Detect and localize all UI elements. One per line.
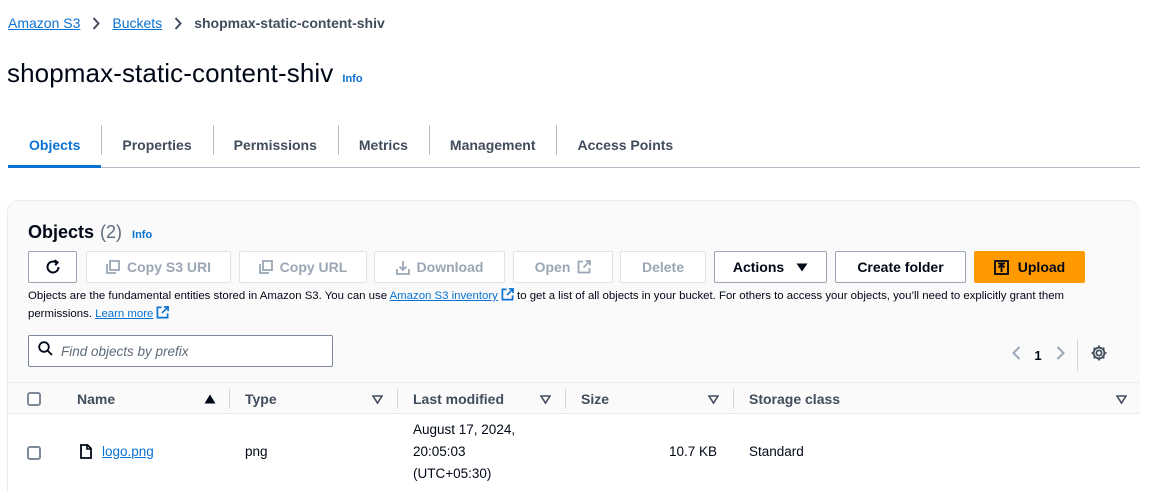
refresh-icon bbox=[44, 258, 62, 276]
table-row[interactable]: logo.png png August 17, 2024, 20:05:03 (… bbox=[8, 414, 1140, 491]
select-all-checkbox-cell bbox=[27, 383, 41, 415]
breadcrumb: Amazon S3 Buckets shopmax-static-content… bbox=[8, 15, 385, 31]
open-label: Open bbox=[534, 259, 571, 275]
upload-button[interactable]: Upload bbox=[974, 251, 1085, 283]
object-size: 10.7 KB bbox=[669, 444, 718, 459]
download-icon bbox=[395, 260, 410, 275]
page-header: shopmax-static-content-shiv Info bbox=[7, 58, 363, 89]
column-size[interactable]: Size bbox=[581, 383, 609, 415]
column-last-modified[interactable]: Last modified bbox=[413, 383, 504, 415]
search-icon bbox=[29, 341, 53, 361]
column-divider bbox=[397, 389, 398, 409]
object-type: png bbox=[245, 444, 268, 459]
tab-management[interactable]: Management bbox=[428, 123, 557, 167]
tab-bar: Objects Properties Permissions Metrics M… bbox=[8, 123, 1140, 168]
external-link-icon bbox=[156, 306, 170, 324]
chevron-left-icon bbox=[1011, 345, 1021, 365]
row-checkbox-cell bbox=[27, 446, 41, 460]
sort-icon[interactable] bbox=[372, 383, 383, 415]
create-folder-label: Create folder bbox=[857, 259, 944, 275]
column-divider bbox=[229, 389, 230, 409]
tab-properties[interactable]: Properties bbox=[101, 123, 212, 167]
column-type[interactable]: Type bbox=[245, 383, 277, 415]
select-all-checkbox[interactable] bbox=[27, 392, 41, 406]
copy-url-button[interactable]: Copy URL bbox=[239, 251, 367, 283]
delete-label: Delete bbox=[641, 259, 685, 275]
tab-permissions[interactable]: Permissions bbox=[212, 123, 338, 167]
sort-icon[interactable] bbox=[1116, 383, 1127, 415]
download-label: Download bbox=[416, 259, 484, 275]
object-last-modified-tz: (UTC+05:30) bbox=[413, 466, 492, 481]
upload-label: Upload bbox=[1017, 259, 1066, 275]
objects-count: (2) bbox=[100, 222, 123, 242]
description-text: Objects are the fundamental entities sto… bbox=[28, 290, 390, 302]
learn-more-link[interactable]: Learn more bbox=[95, 308, 153, 320]
chevron-right-icon bbox=[92, 16, 101, 30]
column-storage-class[interactable]: Storage class bbox=[749, 383, 840, 415]
object-last-modified-time: 20:05:03 bbox=[413, 444, 466, 459]
caret-down-icon bbox=[796, 263, 808, 272]
previous-page-button[interactable] bbox=[1004, 343, 1028, 367]
search-input[interactable] bbox=[61, 343, 311, 359]
copy-url-label: Copy URL bbox=[279, 259, 348, 275]
info-link[interactable]: Info bbox=[342, 73, 362, 85]
page-number[interactable]: 1 bbox=[1028, 348, 1048, 363]
copy-s3-uri-button[interactable]: Copy S3 URI bbox=[86, 251, 231, 283]
column-name[interactable]: Name bbox=[77, 383, 115, 415]
gear-icon bbox=[1090, 344, 1108, 367]
breadcrumb-current: shopmax-static-content-shiv bbox=[194, 15, 385, 31]
actions-dropdown[interactable]: Actions bbox=[714, 251, 827, 283]
table-header: Name Type Last modified Size Storage cla… bbox=[8, 382, 1140, 414]
next-page-button[interactable] bbox=[1048, 343, 1072, 367]
row-checkbox[interactable] bbox=[27, 446, 41, 460]
page-title: shopmax-static-content-shiv bbox=[7, 58, 334, 88]
objects-panel: Objects (2) Info Copy S3 URI Copy URL Do… bbox=[7, 200, 1140, 491]
s3-inventory-link[interactable]: Amazon S3 inventory bbox=[390, 290, 498, 302]
external-link-icon bbox=[501, 288, 514, 306]
refresh-button[interactable] bbox=[28, 251, 77, 283]
download-button[interactable]: Download bbox=[374, 251, 505, 283]
sort-icon[interactable] bbox=[708, 383, 719, 415]
sort-icon[interactable] bbox=[540, 383, 551, 415]
search-box bbox=[28, 335, 333, 367]
tab-access-points[interactable]: Access Points bbox=[556, 123, 694, 167]
sort-ascending-icon[interactable] bbox=[204, 383, 216, 415]
actions-label: Actions bbox=[732, 259, 785, 275]
copy-s3-uri-label: Copy S3 URI bbox=[126, 259, 211, 275]
objects-info-link[interactable]: Info bbox=[132, 229, 152, 241]
external-link-icon bbox=[577, 260, 592, 274]
copy-icon bbox=[258, 260, 273, 274]
objects-table: Name Type Last modified Size Storage cla… bbox=[8, 382, 1140, 491]
object-last-modified-date: August 17, 2024, bbox=[413, 422, 516, 437]
pagination: 1 bbox=[1004, 339, 1111, 371]
objects-title: Objects bbox=[28, 222, 95, 242]
file-icon bbox=[80, 444, 92, 459]
column-divider bbox=[733, 389, 734, 409]
tab-metrics[interactable]: Metrics bbox=[337, 123, 429, 167]
objects-header: Objects (2) Info bbox=[28, 222, 152, 243]
upload-icon bbox=[993, 259, 1009, 275]
open-button[interactable]: Open bbox=[513, 251, 613, 283]
tab-objects[interactable]: Objects bbox=[8, 123, 102, 168]
chevron-right-icon bbox=[174, 16, 183, 30]
pager-divider bbox=[1077, 339, 1078, 371]
breadcrumb-buckets[interactable]: Buckets bbox=[112, 15, 162, 31]
table-settings-button[interactable] bbox=[1087, 343, 1111, 367]
objects-description: Objects are the fundamental entities sto… bbox=[28, 288, 1128, 324]
delete-button[interactable]: Delete bbox=[620, 251, 706, 283]
copy-icon bbox=[106, 260, 120, 274]
column-divider bbox=[565, 389, 566, 409]
breadcrumb-amazon-s3[interactable]: Amazon S3 bbox=[8, 15, 80, 31]
object-storage-class: Standard bbox=[749, 444, 804, 459]
chevron-right-icon bbox=[1056, 345, 1065, 365]
object-name-link[interactable]: logo.png bbox=[102, 444, 154, 459]
create-folder-button[interactable]: Create folder bbox=[835, 251, 966, 283]
